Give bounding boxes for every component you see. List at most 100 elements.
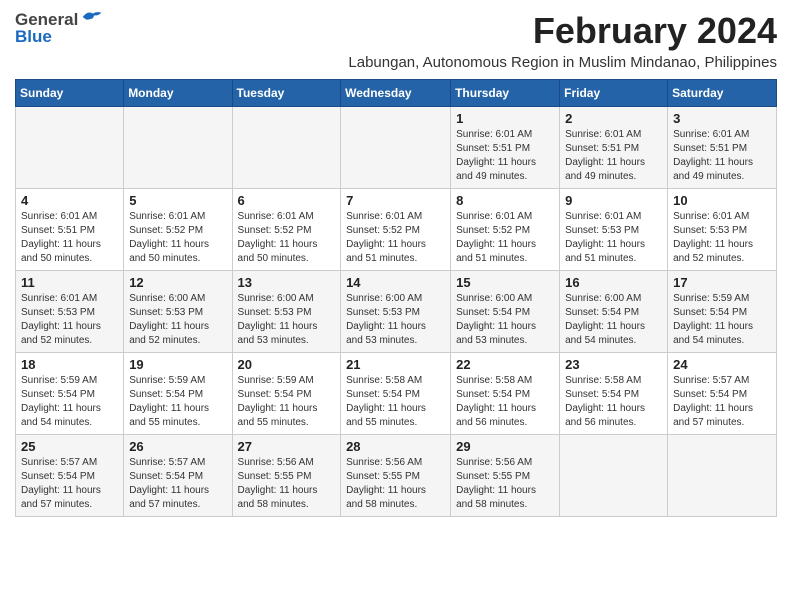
calendar-cell: 24 Sunrise: 5:57 AM Sunset: 5:54 PM Dayli…	[668, 353, 777, 435]
day-header-monday: Monday	[124, 80, 232, 107]
calendar-week-row: 18Sunrise: 5:59 AM Sunset: 5:54 PM Dayli…	[16, 353, 777, 435]
day-info: Sunrise: 5:59 AM Sunset: 5:54 PM Dayligh…	[673, 292, 771, 348]
day-number: 12	[129, 275, 226, 290]
calendar-cell: 20 Sunrise: 5:59 AM Sunset: 5:54 PM Dayli…	[232, 353, 341, 435]
day-number: 8	[456, 193, 554, 208]
day-number: 27	[238, 439, 336, 454]
calendar-week-row: 4 Sunrise: 6:01 AM Sunset: 5:51 PM Daylig…	[16, 189, 777, 271]
calendar-cell: 13 Sunrise: 6:00 AM Sunset: 5:53 PM Dayli…	[232, 271, 341, 353]
day-number: 11	[21, 275, 118, 290]
calendar-cell: 28 Sunrise: 5:56 AM Sunset: 5:55 PM Dayli…	[341, 435, 451, 517]
calendar-cell: 16 Sunrise: 6:00 AM Sunset: 5:54 PM Dayli…	[560, 271, 668, 353]
calendar-cell: 26 Sunrise: 5:57 AM Sunset: 5:54 PM Dayli…	[124, 435, 232, 517]
day-number: 10	[673, 193, 771, 208]
days-header-row: SundayMondayTuesdayWednesdayThursdayFrid…	[16, 80, 777, 107]
day-info: Sunrise: 5:59 AM Sunset: 5:54 PM Dayligh…	[238, 374, 336, 430]
day-info: Sunrise: 6:00 AM Sunset: 5:54 PM Dayligh…	[565, 292, 662, 348]
day-info: Sunrise: 5:57 AM Sunset: 5:54 PM Dayligh…	[129, 456, 226, 512]
day-number: 16	[565, 275, 662, 290]
day-info: Sunrise: 5:57 AM Sunset: 5:54 PM Dayligh…	[21, 456, 118, 512]
header-row: General Blue February 2024 Labungan, Aut…	[15, 10, 777, 71]
day-number: 1	[456, 111, 554, 126]
day-info: Sunrise: 6:01 AM Sunset: 5:51 PM Dayligh…	[21, 210, 118, 266]
calendar-cell: 18Sunrise: 5:59 AM Sunset: 5:54 PM Dayli…	[16, 353, 124, 435]
calendar-cell: 17 Sunrise: 5:59 AM Sunset: 5:54 PM Dayli…	[668, 271, 777, 353]
calendar-cell: 23 Sunrise: 5:58 AM Sunset: 5:54 PM Dayli…	[560, 353, 668, 435]
calendar-cell	[560, 435, 668, 517]
day-info: Sunrise: 5:58 AM Sunset: 5:54 PM Dayligh…	[456, 374, 554, 430]
bird-icon	[81, 8, 103, 26]
calendar-cell	[124, 107, 232, 189]
day-number: 13	[238, 275, 336, 290]
day-info: Sunrise: 5:57 AM Sunset: 5:54 PM Dayligh…	[673, 374, 771, 430]
day-info: Sunrise: 6:01 AM Sunset: 5:52 PM Dayligh…	[346, 210, 445, 266]
logo-general: General	[15, 11, 78, 28]
logo: General Blue	[15, 10, 125, 45]
day-info: Sunrise: 6:01 AM Sunset: 5:53 PM Dayligh…	[565, 210, 662, 266]
calendar-cell	[341, 107, 451, 189]
calendar-week-row: 11 Sunrise: 6:01 AM Sunset: 5:53 PM Dayli…	[16, 271, 777, 353]
day-info: Sunrise: 5:58 AM Sunset: 5:54 PM Dayligh…	[565, 374, 662, 430]
calendar-cell: 15Sunrise: 6:00 AM Sunset: 5:54 PM Dayli…	[451, 271, 560, 353]
calendar-cell: 9 Sunrise: 6:01 AM Sunset: 5:53 PM Daylig…	[560, 189, 668, 271]
day-number: 4	[21, 193, 118, 208]
calendar-cell	[668, 435, 777, 517]
day-header-friday: Friday	[560, 80, 668, 107]
day-info: Sunrise: 6:01 AM Sunset: 5:53 PM Dayligh…	[21, 292, 118, 348]
day-info: Sunrise: 6:00 AM Sunset: 5:53 PM Dayligh…	[346, 292, 445, 348]
day-info: Sunrise: 6:00 AM Sunset: 5:53 PM Dayligh…	[129, 292, 226, 348]
day-header-saturday: Saturday	[668, 80, 777, 107]
day-number: 19	[129, 357, 226, 372]
title-area: February 2024 Labungan, Autonomous Regio…	[125, 10, 777, 71]
calendar-cell: 8 Sunrise: 6:01 AM Sunset: 5:52 PM Daylig…	[451, 189, 560, 271]
calendar-week-row: 1 Sunrise: 6:01 AM Sunset: 5:51 PM Daylig…	[16, 107, 777, 189]
day-header-sunday: Sunday	[16, 80, 124, 107]
day-number: 5	[129, 193, 226, 208]
day-number: 15	[456, 275, 554, 290]
calendar-cell: 21Sunrise: 5:58 AM Sunset: 5:54 PM Dayli…	[341, 353, 451, 435]
day-number: 6	[238, 193, 336, 208]
calendar-cell: 25Sunrise: 5:57 AM Sunset: 5:54 PM Dayli…	[16, 435, 124, 517]
day-info: Sunrise: 5:59 AM Sunset: 5:54 PM Dayligh…	[129, 374, 226, 430]
calendar-week-row: 25Sunrise: 5:57 AM Sunset: 5:54 PM Dayli…	[16, 435, 777, 517]
calendar-table: SundayMondayTuesdayWednesdayThursdayFrid…	[15, 79, 777, 517]
day-info: Sunrise: 6:01 AM Sunset: 5:51 PM Dayligh…	[565, 128, 662, 184]
day-number: 29	[456, 439, 554, 454]
calendar-cell	[16, 107, 124, 189]
day-info: Sunrise: 6:01 AM Sunset: 5:51 PM Dayligh…	[673, 128, 771, 184]
calendar-cell: 3 Sunrise: 6:01 AM Sunset: 5:51 PM Daylig…	[668, 107, 777, 189]
calendar-cell: 2 Sunrise: 6:01 AM Sunset: 5:51 PM Daylig…	[560, 107, 668, 189]
day-number: 23	[565, 357, 662, 372]
day-number: 28	[346, 439, 445, 454]
day-number: 22	[456, 357, 554, 372]
day-number: 24	[673, 357, 771, 372]
calendar-cell: 7Sunrise: 6:01 AM Sunset: 5:52 PM Daylig…	[341, 189, 451, 271]
day-number: 14	[346, 275, 445, 290]
calendar-cell: 5Sunrise: 6:01 AM Sunset: 5:52 PM Daylig…	[124, 189, 232, 271]
calendar-cell: 4 Sunrise: 6:01 AM Sunset: 5:51 PM Daylig…	[16, 189, 124, 271]
calendar-cell: 10 Sunrise: 6:01 AM Sunset: 5:53 PM Dayli…	[668, 189, 777, 271]
calendar-cell: 22 Sunrise: 5:58 AM Sunset: 5:54 PM Dayli…	[451, 353, 560, 435]
day-number: 2	[565, 111, 662, 126]
day-number: 9	[565, 193, 662, 208]
calendar-cell: 6 Sunrise: 6:01 AM Sunset: 5:52 PM Daylig…	[232, 189, 341, 271]
day-header-wednesday: Wednesday	[341, 80, 451, 107]
logo-blue: Blue	[15, 28, 52, 45]
day-info: Sunrise: 6:01 AM Sunset: 5:52 PM Dayligh…	[238, 210, 336, 266]
day-number: 21	[346, 357, 445, 372]
calendar-cell	[232, 107, 341, 189]
calendar-cell: 27Sunrise: 5:56 AM Sunset: 5:55 PM Dayli…	[232, 435, 341, 517]
day-info: Sunrise: 6:01 AM Sunset: 5:52 PM Dayligh…	[456, 210, 554, 266]
day-number: 17	[673, 275, 771, 290]
day-number: 3	[673, 111, 771, 126]
day-header-thursday: Thursday	[451, 80, 560, 107]
calendar-cell: 19 Sunrise: 5:59 AM Sunset: 5:54 PM Dayli…	[124, 353, 232, 435]
day-info: Sunrise: 5:56 AM Sunset: 5:55 PM Dayligh…	[346, 456, 445, 512]
day-info: Sunrise: 6:01 AM Sunset: 5:51 PM Dayligh…	[456, 128, 554, 184]
day-info: Sunrise: 6:00 AM Sunset: 5:53 PM Dayligh…	[238, 292, 336, 348]
day-number: 26	[129, 439, 226, 454]
day-number: 20	[238, 357, 336, 372]
calendar-cell: 29Sunrise: 5:56 AM Sunset: 5:55 PM Dayli…	[451, 435, 560, 517]
main-title: February 2024	[125, 10, 777, 52]
day-info: Sunrise: 6:01 AM Sunset: 5:53 PM Dayligh…	[673, 210, 771, 266]
